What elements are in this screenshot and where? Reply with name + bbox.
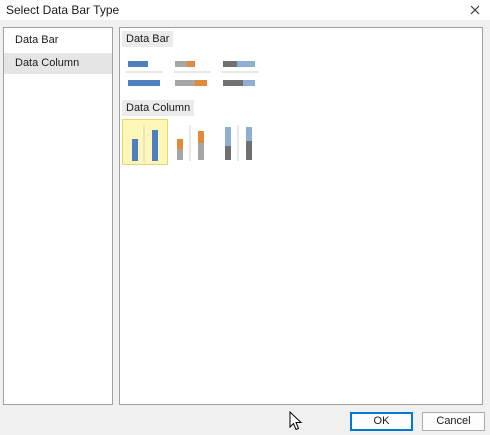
data-column-single-option[interactable] <box>122 119 168 165</box>
data-bar-stacked-blue-option[interactable] <box>219 50 265 96</box>
data-column-single-icon <box>132 125 158 162</box>
data-bar-single-option[interactable] <box>123 50 169 96</box>
data-column-section-label: Data Column <box>122 100 195 116</box>
type-list: Data Bar Data Column <box>3 27 113 405</box>
data-bar-stacked-orange-icon <box>174 61 211 86</box>
data-bar-section-label: Data Bar <box>122 31 174 47</box>
data-bar-single-icon <box>126 61 163 86</box>
data-bar-stacked-orange-option[interactable] <box>171 50 217 96</box>
data-bar-stacked-blue-icon <box>222 61 259 86</box>
dialog-title: Select Data Bar Type <box>6 3 120 17</box>
ok-button[interactable]: OK <box>350 412 413 431</box>
mouse-cursor-icon <box>289 411 303 431</box>
cancel-button[interactable]: Cancel <box>422 412 485 431</box>
data-column-stacked-blue-option[interactable] <box>219 119 265 165</box>
data-column-stacked-orange-icon <box>177 125 204 161</box>
data-column-stacked-orange-option[interactable] <box>171 119 217 165</box>
type-item-data-bar[interactable]: Data Bar <box>4 30 112 51</box>
type-item-data-column[interactable]: Data Column <box>4 53 112 74</box>
close-icon <box>470 5 480 15</box>
type-gallery: Data Bar Data Column <box>119 27 483 405</box>
close-button[interactable] <box>460 0 490 20</box>
data-column-stacked-blue-icon <box>225 125 252 161</box>
title-bar: Select Data Bar Type <box>0 0 490 20</box>
